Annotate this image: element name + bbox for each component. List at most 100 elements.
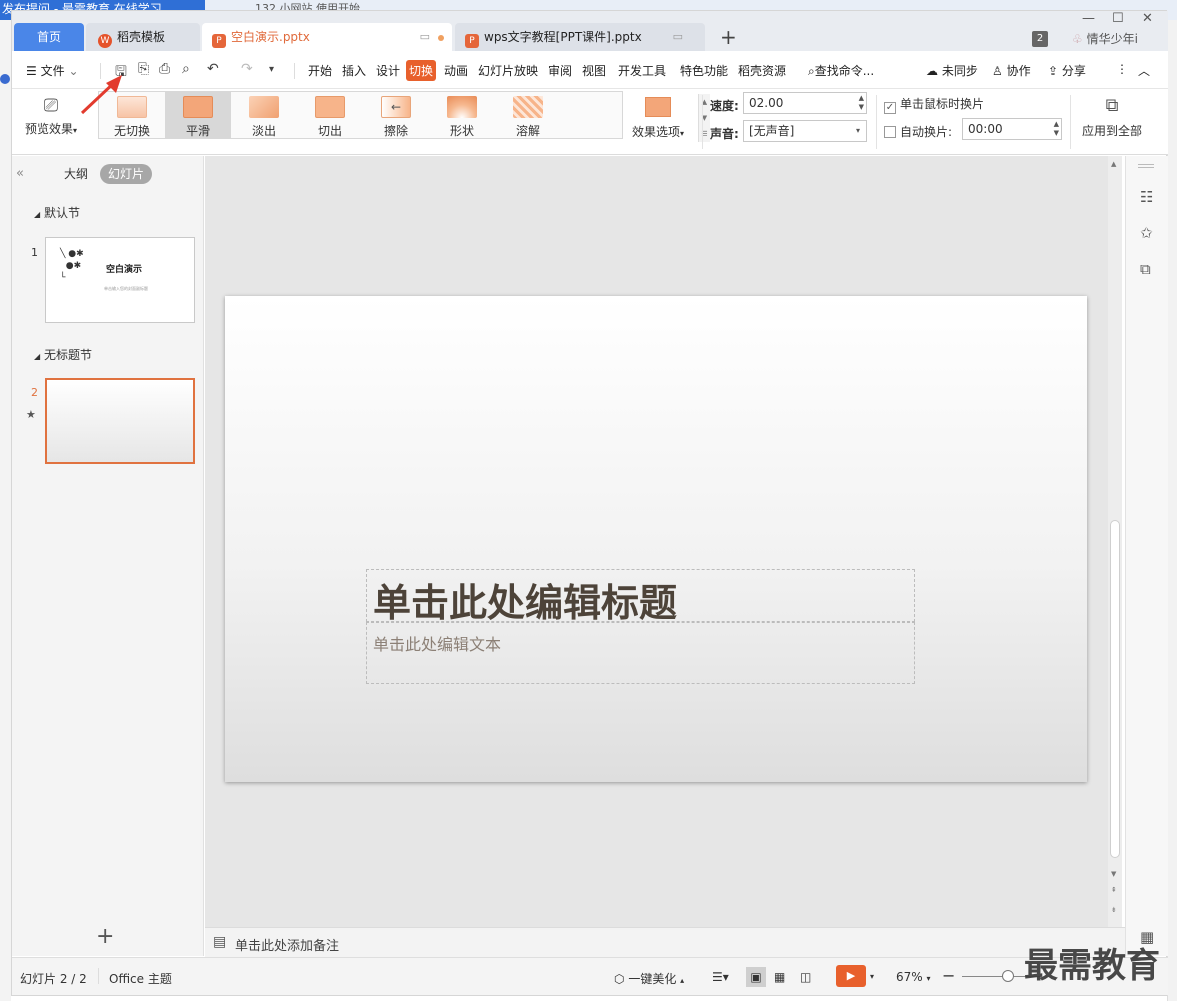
- auto-advance-time-input[interactable]: 00:00 ▲ ▼: [962, 118, 1062, 140]
- text-placeholder[interactable]: 单击此处编辑文本: [366, 622, 915, 684]
- transition-wipe[interactable]: ← 擦除: [363, 92, 429, 138]
- menu-review[interactable]: 审阅: [548, 62, 572, 79]
- tab-outline[interactable]: 大纲: [56, 164, 96, 184]
- collaborate-button[interactable]: ♙ 协作: [992, 62, 1031, 79]
- tab-document[interactable]: Pwps文字教程[PPT课件].pptx ▭: [455, 23, 705, 51]
- scrollbar-thumb[interactable]: [1110, 520, 1120, 858]
- minimize-icon[interactable]: —: [1082, 11, 1095, 26]
- tab-slides[interactable]: 幻灯片: [100, 164, 153, 184]
- animation-icon[interactable]: ✩: [1140, 224, 1153, 242]
- print-icon[interactable]: ⎙: [159, 61, 170, 77]
- beautify-button[interactable]: ⬡ 一键美化 ▴: [614, 970, 684, 987]
- spinner-icon[interactable]: ▲ ▼: [1054, 120, 1059, 138]
- gallery-expand-icon[interactable]: ☰: [699, 126, 710, 142]
- menu-docer-resources[interactable]: 稻壳资源: [738, 62, 786, 79]
- title-placeholder[interactable]: 单击此处编辑标题: [366, 569, 915, 625]
- export-icon[interactable]: ⎘: [138, 61, 149, 77]
- scroll-down-icon[interactable]: ▼: [1111, 870, 1116, 878]
- tab-template[interactable]: W 稻壳模板: [86, 23, 200, 51]
- menu-view[interactable]: 视图: [582, 62, 606, 79]
- section-default[interactable]: ◢ 默认节: [34, 204, 80, 221]
- transition-label: 形状: [449, 124, 474, 138]
- tab-document-active[interactable]: P 空白演示.pptx ▭: [202, 23, 452, 51]
- transition-cut[interactable]: 切出: [297, 92, 363, 138]
- normal-view-icon[interactable]: ▣: [746, 967, 766, 987]
- auto-advance-option[interactable]: 自动换片:: [884, 123, 952, 140]
- transition-fade[interactable]: 淡出: [231, 92, 297, 138]
- maximize-icon[interactable]: ☐: [1112, 11, 1124, 26]
- transition-dissolve[interactable]: 溶解: [495, 92, 561, 138]
- advance-on-click-checkbox[interactable]: ✓: [884, 102, 896, 114]
- scroll-down-icon[interactable]: ▼: [699, 110, 710, 126]
- window-count-badge[interactable]: 2: [1032, 31, 1048, 47]
- notes-bar[interactable]: ▤ 单击此处添加备注: [205, 927, 1125, 957]
- advance-on-click-option[interactable]: ✓ 单击鼠标时换片: [884, 95, 984, 114]
- vertical-scrollbar[interactable]: ▲ ▼ ⇞ ⇟: [1108, 156, 1122, 927]
- share-button[interactable]: ⇪ 分享: [1048, 62, 1086, 79]
- next-slide-icon[interactable]: ⇟: [1111, 906, 1117, 914]
- spinner-icon[interactable]: ▲ ▼: [859, 94, 864, 112]
- close-icon[interactable]: ✕: [1142, 11, 1153, 26]
- collapse-panel-icon[interactable]: «: [16, 166, 24, 181]
- notes-toggle-icon[interactable]: ☰▾: [712, 970, 729, 984]
- slide-sorter-icon[interactable]: ▦: [774, 970, 785, 984]
- slide-thumbnail-1[interactable]: ╲ ●✱ ●✱ └ 空白演示 单击输入您的封面副标题: [45, 237, 195, 323]
- scroll-up-icon[interactable]: ▲: [699, 94, 710, 110]
- transition-wipe-icon: ←: [381, 96, 411, 118]
- transition-shape[interactable]: 形状: [429, 92, 495, 138]
- customize-toolbar-icon[interactable]: ▾: [269, 64, 274, 75]
- apply-to-all-label: 应用到全部: [1081, 124, 1142, 138]
- file-menu[interactable]: ☰ 文件 ⌄: [26, 62, 79, 79]
- menu-start[interactable]: 开始: [308, 62, 332, 79]
- more-icon[interactable]: ⋮: [1116, 62, 1128, 76]
- zoom-slider-knob[interactable]: [1002, 970, 1014, 982]
- current-slide[interactable]: 单击此处编辑标题 单击此处编辑文本: [225, 296, 1087, 782]
- menu-features[interactable]: 特色功能: [680, 62, 728, 79]
- undo-icon[interactable]: ↶: [207, 61, 219, 77]
- menu-design[interactable]: 设计: [376, 62, 400, 79]
- monitor-icon[interactable]: ▭: [420, 23, 430, 51]
- theme-name[interactable]: Office 主题: [109, 970, 172, 987]
- monitor-icon[interactable]: ▭: [673, 23, 683, 51]
- auto-advance-checkbox[interactable]: [884, 126, 896, 138]
- transition-smooth[interactable]: 平滑: [165, 92, 231, 138]
- effect-options-button[interactable]: 效果选项▾: [626, 93, 690, 143]
- zoom-out-icon[interactable]: −: [942, 966, 955, 985]
- text-placeholder-text: 单击此处编辑文本: [373, 635, 502, 654]
- collapse-ribbon-icon[interactable]: ︿: [1138, 62, 1150, 79]
- add-slide-button[interactable]: +: [96, 924, 114, 949]
- menu-animation[interactable]: 动画: [444, 62, 468, 79]
- command-search-placeholder: 查找命令...: [814, 64, 875, 78]
- menu-insert[interactable]: 插入: [342, 62, 366, 79]
- menu-bar: ☰ 文件 ⌄ 🖫 ⎘ ⎙ ⌕ ↶ ↷ ▾ 开始 插入 设计 切换 动画 幻灯片放…: [12, 51, 1168, 133]
- transition-pane-icon[interactable]: ⧉: [1140, 260, 1151, 278]
- gallery-scroll[interactable]: ▲ ▼ ☰: [698, 94, 710, 142]
- tab-home[interactable]: 首页: [14, 23, 84, 51]
- slide-thumbnail-2[interactable]: [45, 378, 195, 464]
- scroll-up-icon[interactable]: ▲: [1111, 160, 1116, 168]
- section-untitled[interactable]: ◢ 无标题节: [34, 346, 92, 363]
- wps-presentation-window: 首页 W 稻壳模板 P 空白演示.pptx ▭ Pwps文字教程[PPT课件].pp…: [11, 10, 1168, 996]
- menu-slideshow[interactable]: 幻灯片放映: [478, 62, 538, 79]
- print-preview-icon[interactable]: ⌕: [182, 61, 190, 77]
- play-slideshow-button[interactable]: ▶: [836, 965, 866, 987]
- transition-fade-icon: [249, 96, 279, 118]
- properties-icon[interactable]: ☷: [1140, 188, 1153, 206]
- sound-select[interactable]: [无声音] ▾: [743, 120, 867, 142]
- reading-view-icon[interactable]: ◫: [800, 970, 811, 984]
- new-tab-button[interactable]: +: [720, 25, 737, 49]
- previous-slide-icon[interactable]: ⇞: [1111, 886, 1117, 894]
- command-search[interactable]: ⌕查找命令...: [808, 62, 874, 79]
- redo-icon[interactable]: ↷: [241, 61, 253, 77]
- preview-effect-button[interactable]: ⎚ 预览效果▾: [20, 95, 82, 145]
- document-tab-bar: 首页 W 稻壳模板 P 空白演示.pptx ▭ Pwps文字教程[PPT课件].pp…: [12, 11, 1168, 51]
- menu-developer[interactable]: 开发工具: [618, 62, 666, 79]
- speed-input[interactable]: 02.00 ▲ ▼: [743, 92, 867, 114]
- effect-options-label: 效果选项: [631, 125, 680, 139]
- zoom-level[interactable]: 67% ▾: [896, 970, 931, 984]
- sync-status[interactable]: ☁ 未同步: [926, 62, 978, 79]
- menu-transition[interactable]: 切换: [406, 60, 437, 81]
- user-account[interactable]: ♧ 情华少年i: [1072, 30, 1138, 47]
- chevron-down-icon[interactable]: ▾: [870, 972, 874, 981]
- apply-to-all-button[interactable]: ⧉ 应用到全部: [1076, 95, 1148, 147]
